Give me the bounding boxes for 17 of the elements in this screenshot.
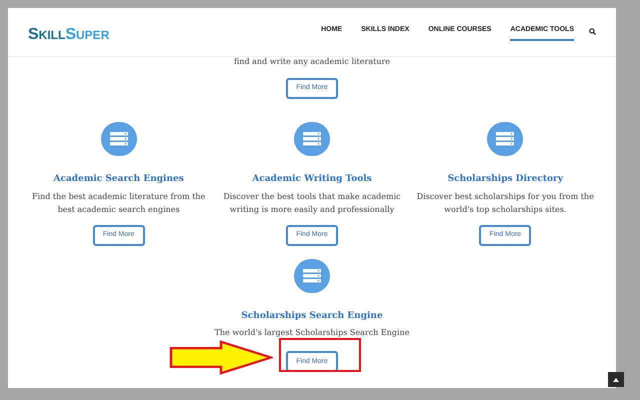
card-title: Academic Search Engines (54, 172, 184, 185)
caret-up-icon (613, 378, 619, 382)
server-icon (294, 122, 330, 156)
card-title: Scholarships Directory (448, 172, 563, 185)
card-title: Scholarships Search Engine (241, 310, 383, 322)
card-description: The world's largest Scholarships Search Engine (214, 328, 410, 338)
server-icon (100, 122, 137, 156)
server-icon (487, 122, 524, 156)
card-description: find and write any academic literature (234, 56, 390, 68)
card-description: Discover the best tools that make academic writing is more easily and professionally (222, 190, 402, 216)
server-icon (294, 258, 330, 292)
logo[interactable]: SKILLSUPER (28, 27, 110, 43)
card-description: Find the best academic literature from the best academic search engines (31, 190, 206, 216)
scroll-top-button[interactable] (608, 372, 624, 387)
card-title: Academic Writing Tools (252, 172, 372, 185)
card-description: Discover best scholarships for you from the world's top scholarships sites. (416, 190, 595, 216)
search-icon[interactable] (589, 28, 596, 35)
